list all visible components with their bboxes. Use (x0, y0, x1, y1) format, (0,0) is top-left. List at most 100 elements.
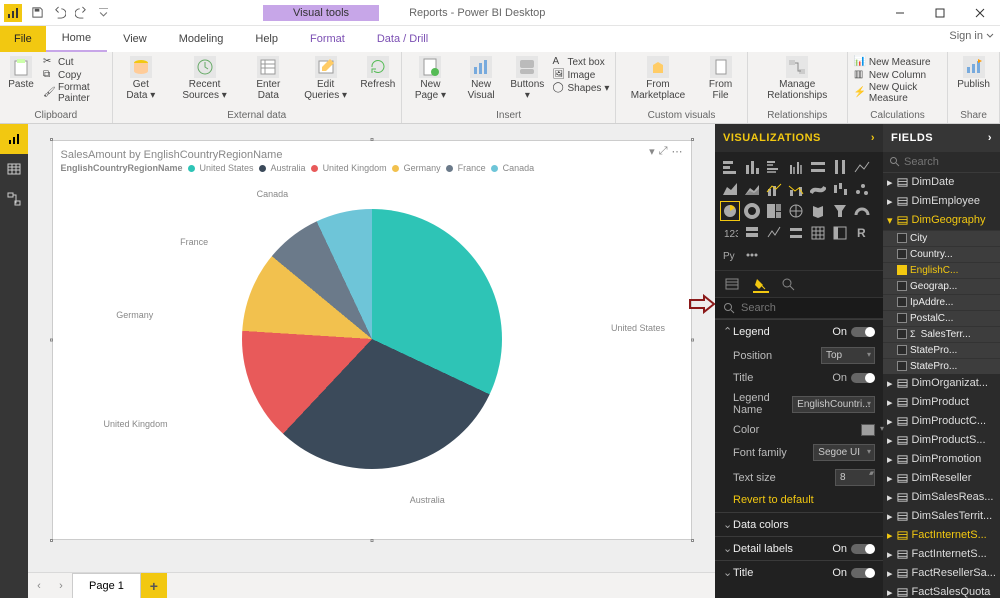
next-page-button[interactable]: › (50, 573, 72, 598)
combo-chart2-icon[interactable] (787, 180, 805, 198)
legendtitle-toggle[interactable]: On (832, 372, 875, 384)
card-icon[interactable]: 123 (721, 224, 739, 242)
scatter-icon[interactable] (853, 180, 871, 198)
field-row[interactable]: Geograp... (883, 278, 1000, 294)
py-visual-icon[interactable]: Py (721, 246, 739, 264)
stacked-column-icon[interactable] (743, 158, 761, 176)
stacked-bar-icon[interactable] (721, 158, 739, 176)
pie-chart-icon[interactable] (721, 202, 739, 220)
table-row[interactable]: ▸DimProductC... (883, 412, 1000, 431)
resize-handle[interactable] (691, 339, 694, 342)
field-row[interactable]: City (883, 230, 1000, 246)
table-row[interactable]: ▸FactInternetS... (883, 526, 1000, 545)
r-visual-icon[interactable]: R (853, 224, 871, 242)
tab-file[interactable]: File (0, 26, 46, 52)
prop-detaillabels-header[interactable]: ⌄Detail labelsOn (715, 537, 883, 560)
combo-chart-icon[interactable] (765, 180, 783, 198)
legend-item[interactable]: Australia (271, 163, 306, 173)
analytics-subtab-icon[interactable] (781, 277, 797, 293)
recent-sources-button[interactable]: Recent Sources ▾ (168, 54, 241, 103)
legend-item[interactable]: Germany (404, 163, 441, 173)
tab-format[interactable]: Format (294, 26, 361, 52)
tab-modeling[interactable]: Modeling (163, 26, 240, 52)
position-dropdown[interactable]: Top (821, 347, 875, 364)
resize-handle[interactable] (50, 539, 53, 542)
prop-title-header[interactable]: ⌄TitleOn (715, 561, 883, 584)
funnel-icon[interactable] (831, 202, 849, 220)
table-row[interactable]: ▸DimPromotion (883, 450, 1000, 469)
table-row[interactable]: ▸FactResellerSa... (883, 564, 1000, 583)
gauge-icon[interactable] (853, 202, 871, 220)
resize-handle[interactable] (691, 539, 694, 542)
edit-queries-button[interactable]: Edit Queries ▾ (295, 54, 355, 103)
legend-item[interactable]: Canada (503, 163, 535, 173)
format-search-input[interactable] (741, 302, 841, 314)
legendname-input[interactable]: EnglishCountri... (792, 396, 875, 413)
kpi-icon[interactable] (765, 224, 783, 242)
checkbox[interactable] (897, 313, 907, 323)
legend-item[interactable]: France (458, 163, 486, 173)
format-search[interactable] (715, 297, 883, 319)
clustered-bar-icon[interactable] (765, 158, 783, 176)
new-visual-button[interactable]: New Visual (458, 54, 504, 103)
donut-chart-icon[interactable] (743, 202, 761, 220)
image-button[interactable]: 🖼Image (550, 69, 611, 81)
cut-button[interactable]: ✂Cut (41, 56, 108, 68)
new-measure-button[interactable]: 📊New Measure (852, 56, 943, 68)
prop-datacolors-header[interactable]: ⌄Data colors (715, 513, 883, 536)
resize-handle[interactable] (370, 539, 373, 542)
fontfamily-dropdown[interactable]: Segoe UI (813, 444, 875, 461)
table-row[interactable]: ▸DimSalesReas... (883, 488, 1000, 507)
close-button[interactable] (960, 0, 1000, 26)
matrix-icon[interactable] (831, 224, 849, 242)
resize-handle[interactable] (691, 138, 694, 141)
table-row[interactable]: ▾DimGeography (883, 211, 1000, 230)
checkbox[interactable] (897, 281, 907, 291)
checkbox[interactable] (897, 297, 907, 307)
tab-home[interactable]: Home (46, 26, 107, 52)
fields-search[interactable] (883, 152, 1000, 173)
legend-toggle[interactable]: On (832, 326, 875, 338)
report-canvas[interactable]: ▾ ⤢ ⋯ SalesAmount by EnglishCountryRegio… (28, 124, 715, 572)
legend-item[interactable]: United Kingdom (323, 163, 387, 173)
field-row[interactable]: StatePro... (883, 358, 1000, 374)
table-icon[interactable] (809, 224, 827, 242)
text-box-button[interactable]: AText box (550, 56, 611, 68)
table-row[interactable]: ▸DimEmployee (883, 192, 1000, 211)
refresh-button[interactable]: Refresh (359, 54, 397, 92)
filled-map-icon[interactable] (809, 202, 827, 220)
table-row[interactable]: ▸DimSalesTerrit... (883, 507, 1000, 526)
field-row[interactable]: PostalC... (883, 310, 1000, 326)
line-chart-icon[interactable] (853, 158, 871, 176)
save-icon[interactable] (27, 3, 47, 23)
table-row[interactable]: ▸DimReseller (883, 469, 1000, 488)
100-stacked-column-icon[interactable] (831, 158, 849, 176)
field-row[interactable]: IpAddre... (883, 294, 1000, 310)
area-chart-icon[interactable] (721, 180, 739, 198)
field-row[interactable]: Country... (883, 246, 1000, 262)
checkbox[interactable] (897, 249, 907, 259)
format-subtab-icon[interactable] (753, 277, 769, 293)
field-row[interactable]: StatePro... (883, 342, 1000, 358)
multi-row-card-icon[interactable] (743, 224, 761, 242)
filter-icon[interactable]: ▾ (649, 145, 655, 158)
focus-icon[interactable]: ⤢ (659, 145, 668, 158)
minimize-button[interactable] (880, 0, 920, 26)
tab-help[interactable]: Help (239, 26, 294, 52)
fields-subtab-icon[interactable] (725, 277, 741, 293)
table-row[interactable]: ▸DimOrganizat... (883, 374, 1000, 393)
field-row[interactable]: ΣSalesTerr... (883, 326, 1000, 342)
title-toggle[interactable]: On (832, 567, 875, 579)
treemap-icon[interactable] (765, 202, 783, 220)
copy-button[interactable]: ⧉Copy (41, 69, 108, 81)
new-page-button[interactable]: New Page ▾ (406, 54, 455, 103)
undo-icon[interactable] (49, 3, 69, 23)
report-view-button[interactable] (0, 124, 28, 154)
table-row[interactable]: ▸DimProductS... (883, 431, 1000, 450)
color-swatch[interactable] (861, 424, 875, 436)
publish-button[interactable]: Publish (952, 54, 995, 92)
qat-dropdown-icon[interactable] (93, 3, 113, 23)
checkbox[interactable] (897, 265, 907, 275)
legend-item[interactable]: United States (200, 163, 254, 173)
table-row[interactable]: ▸FactSalesQuota (883, 583, 1000, 598)
